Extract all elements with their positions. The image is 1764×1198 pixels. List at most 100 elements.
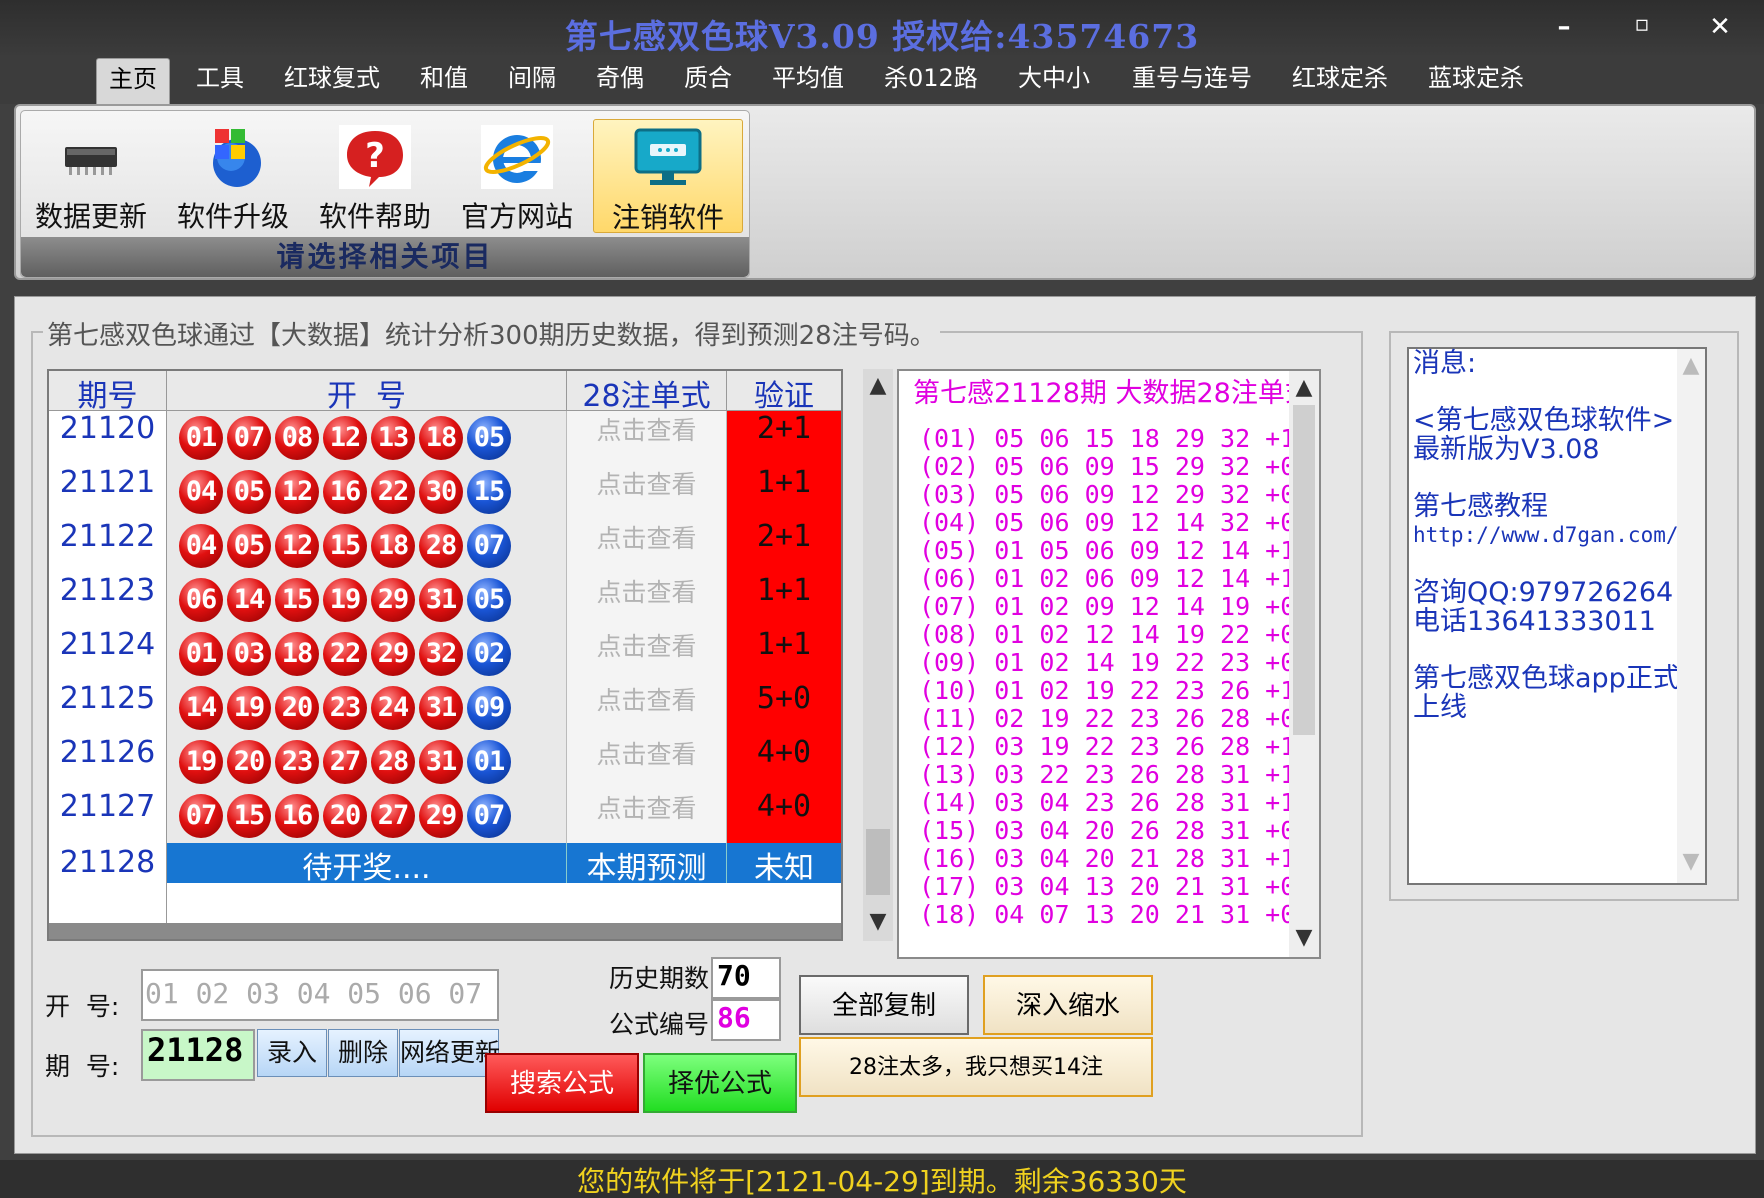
view-link[interactable]: 点击查看: [567, 789, 727, 843]
red-ball: 14: [227, 578, 271, 622]
header-single[interactable]: 28注单式: [567, 371, 727, 414]
view-link[interactable]: 点击查看: [567, 735, 727, 789]
official-site-button[interactable]: 官方网站: [451, 119, 583, 233]
header-verify[interactable]: 验证: [727, 371, 841, 414]
pred-scroll-thumb[interactable]: [1293, 405, 1315, 735]
tab-average[interactable]: 平均值: [772, 58, 844, 104]
grid-hscroll[interactable]: [49, 923, 841, 939]
search-formula-button[interactable]: 搜索公式: [485, 1053, 639, 1113]
view-link[interactable]: 点击查看: [567, 627, 727, 681]
table-row[interactable]: 21124 01 03 18 22 29 32 02 点击查看 1+1: [49, 627, 841, 681]
table-row[interactable]: 21122 04 05 12 15 18 28 07 点击查看 2+1: [49, 519, 841, 573]
pending-row[interactable]: 21128 待开奖.... 本期预测 未知: [49, 843, 841, 886]
tab-red-kill[interactable]: 红球定杀: [1292, 58, 1388, 104]
buy-14-button[interactable]: 28注太多，我只想买14注: [799, 1037, 1153, 1097]
red-ball: 07: [179, 794, 223, 838]
deep-shrink-button[interactable]: 深入缩水: [983, 975, 1153, 1035]
header-numbers[interactable]: 开 号: [167, 371, 567, 414]
qihao-input[interactable]: 21128: [141, 1029, 255, 1081]
blue-ball: 15: [467, 470, 511, 514]
prediction-vscroll[interactable]: ▲ ▼: [1289, 371, 1319, 957]
table-row[interactable]: 21125 14 19 20 23 24 31 09 点击查看 5+0: [49, 681, 841, 735]
enter-button[interactable]: 录入: [257, 1029, 327, 1077]
view-link[interactable]: 点击查看: [567, 465, 727, 519]
red-ball: 30: [419, 470, 463, 514]
table-row[interactable]: 21126 19 20 23 27 28 31 01 点击查看 4+0: [49, 735, 841, 789]
tab-big-mid-small[interactable]: 大中小: [1018, 58, 1090, 104]
red-ball: 18: [275, 632, 319, 676]
prediction-line: (16) 03 04 20 21 28 31 +15: [919, 844, 1311, 873]
message-panel: 消息: <第七感双色球软件>最新版为V3.08 第七感教程 http://www…: [1407, 347, 1707, 885]
tab-sum[interactable]: 和值: [420, 58, 468, 104]
minimize-button[interactable]: –: [1544, 12, 1584, 42]
tab-interval[interactable]: 间隔: [508, 58, 556, 104]
tab-tools[interactable]: 工具: [196, 58, 244, 104]
history-count-input[interactable]: 70: [711, 957, 781, 999]
verify-result: 4+0: [727, 735, 841, 789]
view-link[interactable]: 点击查看: [567, 573, 727, 627]
msg-scroll-down-icon[interactable]: ▼: [1677, 849, 1705, 874]
message-version: <第七感双色球软件>最新版为V3.08: [1413, 405, 1675, 465]
copy-all-button[interactable]: 全部复制: [799, 975, 969, 1035]
analysis-legend: 第七感双色球通过【大数据】统计分析300期历史数据，得到预测28注号码。: [43, 315, 940, 352]
software-upgrade-button[interactable]: 软件升级: [167, 119, 299, 233]
verify-result: 4+0: [727, 789, 841, 843]
tab-repeat-consecutive[interactable]: 重号与连号: [1132, 58, 1252, 104]
message-url[interactable]: http://www.d7gan.com/: [1413, 521, 1697, 550]
data-update-button[interactable]: 数据更新: [25, 119, 157, 233]
logout-software-label: 注销软件: [611, 201, 724, 234]
pred-scroll-down-icon[interactable]: ▼: [1289, 925, 1319, 950]
header-period[interactable]: 期号: [49, 371, 167, 414]
row-balls: 06 14 15 19 29 31 05: [167, 573, 567, 627]
delete-button[interactable]: 删除: [328, 1029, 398, 1077]
grid-scroll-up-icon[interactable]: ▲: [863, 373, 893, 398]
prediction-line: (17) 03 04 13 20 21 31 +06: [919, 872, 1311, 901]
view-link[interactable]: 点击查看: [567, 519, 727, 573]
logout-software-button[interactable]: 注销软件: [593, 119, 743, 234]
table-row[interactable]: 21123 06 14 15 19 29 31 05 点击查看 1+1: [49, 573, 841, 627]
optimize-formula-button[interactable]: 择优公式: [643, 1053, 797, 1113]
view-link[interactable]: 点击查看: [567, 411, 727, 465]
red-ball: 31: [419, 686, 463, 730]
red-ball: 20: [323, 794, 367, 838]
grid-scroll-down-icon[interactable]: ▼: [863, 909, 893, 934]
grid-scroll-thumb[interactable]: [866, 829, 890, 895]
blue-ball: 07: [467, 524, 511, 568]
grid-vscroll[interactable]: ▲ ▼: [863, 369, 893, 941]
tab-red-compound[interactable]: 红球复式: [284, 58, 380, 104]
tab-home[interactable]: 主页: [96, 58, 170, 104]
tab-odd-even[interactable]: 奇偶: [596, 58, 644, 104]
red-ball: 31: [419, 740, 463, 784]
table-row[interactable]: 21121 04 05 12 16 22 30 15 点击查看 1+1: [49, 465, 841, 519]
table-row[interactable]: 21127 07 15 16 20 27 29 07 点击查看 4+0: [49, 789, 841, 843]
prediction-line: (02) 05 06 09 15 29 32 +06: [919, 452, 1311, 481]
red-ball: 29: [371, 632, 415, 676]
restore-button[interactable]: ▫: [1622, 12, 1662, 37]
red-ball: 31: [419, 578, 463, 622]
red-ball: 27: [323, 740, 367, 784]
main-panel: 第七感双色球通过【大数据】统计分析300期历史数据，得到预测28注号码。 期号 …: [14, 296, 1756, 1154]
formula-no-input[interactable]: 86: [711, 999, 781, 1041]
tab-kill-012[interactable]: 杀012路: [884, 58, 978, 104]
pred-scroll-up-icon[interactable]: ▲: [1289, 375, 1319, 400]
row-period: 21121: [49, 465, 167, 519]
msg-scroll-up-icon[interactable]: ▲: [1677, 353, 1705, 378]
message-vscroll[interactable]: ▲ ▼: [1677, 349, 1705, 883]
row-period: 21126: [49, 735, 167, 789]
prediction-line: (14) 03 04 23 26 28 31 +10: [919, 788, 1311, 817]
row-period: 21120: [49, 411, 167, 465]
tab-prime-composite[interactable]: 质合: [684, 58, 732, 104]
kaihao-input[interactable]: 01 02 03 04 05 06 07: [141, 969, 499, 1021]
red-ball: 05: [227, 524, 271, 568]
prediction-title: 第七感21128期 大数据28注单式: [913, 378, 1312, 409]
view-link[interactable]: 点击查看: [567, 681, 727, 735]
table-row[interactable]: 21120 01 07 08 12 13 18 05 点击查看 2+1: [49, 411, 841, 465]
tab-blue-kill[interactable]: 蓝球定杀: [1428, 58, 1524, 104]
network-update-button[interactable]: 网络更新: [399, 1029, 500, 1077]
pending-band: 待开奖.... 本期预测 未知: [167, 843, 841, 886]
software-help-button[interactable]: ? 软件帮助: [309, 119, 441, 233]
prediction-line: (08) 01 02 12 14 19 22 +09: [919, 620, 1311, 649]
empty-period: [49, 883, 167, 923]
close-button[interactable]: ✕: [1700, 12, 1740, 42]
prediction-line: (06) 01 02 06 09 12 14 +13: [919, 564, 1311, 593]
